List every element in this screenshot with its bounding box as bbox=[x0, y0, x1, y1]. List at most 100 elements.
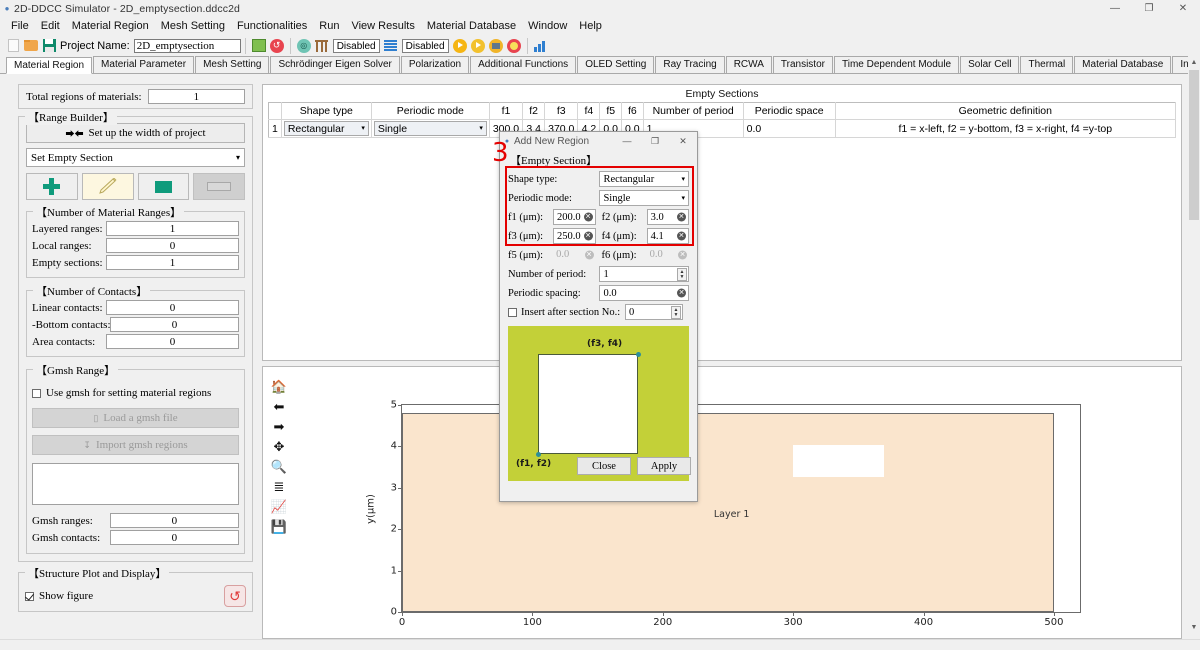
number-of-period-input[interactable]: 1 ▲ ▼ bbox=[599, 266, 689, 282]
cell-shape-type[interactable]: Rectangular ▾ bbox=[281, 119, 372, 138]
mesh-generate-icon[interactable]: ◎ bbox=[295, 37, 313, 55]
gmsh-regions-list[interactable] bbox=[32, 463, 239, 505]
save-icon[interactable] bbox=[40, 37, 58, 55]
duplicate-region-button[interactable] bbox=[193, 173, 245, 200]
forward-arrow-icon[interactable]: ➡ bbox=[268, 417, 290, 437]
status-pill-1[interactable]: Disabled bbox=[332, 38, 380, 53]
f3-input[interactable]: 250.0 ✕ bbox=[552, 228, 596, 244]
section-mode-select[interactable]: Set Empty Section ▾ bbox=[26, 148, 245, 167]
spinner-icon[interactable]: ▲ ▼ bbox=[671, 306, 681, 319]
tab-material-database[interactable]: Material Database bbox=[1074, 56, 1172, 73]
cell-periodic-space[interactable]: 0.0 bbox=[743, 119, 836, 138]
minimize-icon[interactable]: — bbox=[1098, 0, 1132, 17]
maximize-icon[interactable]: ❐ bbox=[1132, 0, 1166, 17]
use-gmsh-checkbox-row[interactable]: Use gmsh for setting material regions bbox=[32, 387, 239, 399]
clear-icon[interactable]: ✕ bbox=[676, 231, 686, 241]
save-figure-icon[interactable]: 💾 bbox=[268, 517, 290, 537]
tab-time-dependent-module[interactable]: Time Dependent Module bbox=[833, 56, 960, 73]
run-step-icon[interactable] bbox=[469, 37, 487, 55]
tab-transistor[interactable]: Transistor bbox=[772, 56, 833, 73]
clear-icon[interactable]: ✕ bbox=[676, 212, 686, 222]
gmsh-contacts-input[interactable]: 0 bbox=[109, 530, 239, 545]
menu-item-help[interactable]: Help bbox=[573, 18, 608, 34]
dialog-close-icon[interactable]: ✕ bbox=[669, 132, 697, 150]
tab-additional-functions[interactable]: Additional Functions bbox=[470, 56, 577, 73]
periodic-spacing-input[interactable]: 0.0 ✕ bbox=[599, 285, 689, 301]
configure-subplots-icon[interactable]: ≣ bbox=[268, 477, 290, 497]
mesh-column-icon[interactable] bbox=[313, 37, 331, 55]
clear-icon[interactable]: ✕ bbox=[583, 231, 593, 241]
status-pill-2[interactable]: Disabled bbox=[401, 38, 449, 53]
spinner-icon[interactable]: ▲ ▼ bbox=[677, 268, 687, 281]
tab-mesh-setting[interactable]: Mesh Setting bbox=[195, 56, 270, 73]
menu-item-material-database[interactable]: Material Database bbox=[421, 18, 522, 34]
clear-icon[interactable]: ✕ bbox=[583, 212, 593, 222]
menu-item-window[interactable]: Window bbox=[522, 18, 573, 34]
menu-item-mesh-setting[interactable]: Mesh Setting bbox=[155, 18, 231, 34]
add-region-button[interactable] bbox=[26, 173, 78, 200]
refresh-icon[interactable]: ↺ bbox=[268, 37, 286, 55]
list-icon[interactable] bbox=[382, 37, 400, 55]
apply-button[interactable]: Apply bbox=[637, 457, 691, 475]
project-name-input[interactable]: 2D_emptysection bbox=[133, 38, 241, 53]
insert-after-checkbox[interactable] bbox=[508, 307, 517, 317]
load-gmsh-button[interactable]: ▯ Load a gmsh file bbox=[32, 408, 239, 428]
show-figure-checkbox[interactable] bbox=[25, 591, 34, 601]
menu-item-run[interactable]: Run bbox=[313, 18, 345, 34]
tab-material-region[interactable]: Material Region bbox=[6, 57, 93, 74]
chart-icon[interactable] bbox=[532, 37, 550, 55]
empty-sections-input[interactable]: 1 bbox=[106, 255, 239, 270]
menu-item-material-region[interactable]: Material Region bbox=[66, 18, 155, 34]
scrollbar-thumb[interactable] bbox=[1189, 70, 1199, 220]
periodic-mode-select[interactable]: Single ▾ bbox=[599, 190, 689, 206]
scroll-up-icon[interactable]: ▲ bbox=[1188, 56, 1200, 69]
structure-plot-icon[interactable] bbox=[250, 37, 268, 55]
vertical-scrollbar[interactable]: ▲ ▼ bbox=[1188, 56, 1200, 634]
open-folder-icon[interactable] bbox=[22, 37, 40, 55]
close-button[interactable]: Close bbox=[577, 457, 631, 475]
tab-polarization[interactable]: Polarization bbox=[400, 56, 470, 73]
gmsh-ranges-input[interactable]: 0 bbox=[109, 513, 239, 528]
tab-material-parameter[interactable]: Material Parameter bbox=[93, 56, 195, 73]
tab-oled-setting[interactable]: OLED Setting bbox=[577, 56, 655, 73]
delete-region-button[interactable] bbox=[137, 173, 190, 200]
local-ranges-input[interactable]: 0 bbox=[106, 238, 239, 253]
menu-item-file[interactable]: File bbox=[5, 18, 35, 34]
tab-thermal[interactable]: Thermal bbox=[1020, 56, 1074, 73]
clear-icon[interactable]: ✕ bbox=[677, 288, 686, 298]
tab-rcwa[interactable]: RCWA bbox=[725, 56, 772, 73]
f4-input[interactable]: 4.1 ✕ bbox=[646, 228, 689, 244]
shape-type-select[interactable]: Rectangular ▾ bbox=[599, 171, 689, 187]
home-icon[interactable]: 🏠 bbox=[268, 377, 290, 397]
linear-contacts-input[interactable]: 0 bbox=[106, 300, 239, 315]
dialog-maximize-icon[interactable]: ❐ bbox=[641, 132, 669, 150]
bottom-contacts-input[interactable]: 0 bbox=[110, 317, 239, 332]
export-icon[interactable] bbox=[487, 37, 505, 55]
replot-refresh-icon[interactable]: ↺ bbox=[224, 585, 246, 607]
zoom-magnifier-icon[interactable]: 🔍 bbox=[268, 457, 290, 477]
edit-axis-curve-icon[interactable]: 📈 bbox=[268, 497, 290, 517]
total-regions-input[interactable]: 1 bbox=[147, 89, 245, 104]
area-contacts-input[interactable]: 0 bbox=[106, 334, 239, 349]
back-arrow-icon[interactable]: ⬅ bbox=[268, 397, 290, 417]
new-document-icon[interactable] bbox=[4, 37, 22, 55]
stop-icon[interactable] bbox=[505, 37, 523, 55]
f1-input[interactable]: 200.0 ✕ bbox=[552, 209, 596, 225]
tab-schrodinger-eigen-solver[interactable]: Schrödinger Eigen Solver bbox=[270, 56, 400, 73]
show-figure-row[interactable]: Show figure bbox=[25, 590, 93, 602]
tab-solar-cell[interactable]: Solar Cell bbox=[960, 56, 1020, 73]
dialog-minimize-icon[interactable]: — bbox=[613, 132, 641, 150]
table-row[interactable]: 1 Rectangular ▾ Single ▾ 300.0 3.4 370.0 bbox=[268, 119, 1177, 138]
setup-width-button[interactable]: ⮕⬅ Set up the width of project bbox=[26, 123, 245, 143]
layered-ranges-input[interactable]: 1 bbox=[106, 221, 239, 236]
menu-item-view-results[interactable]: View Results bbox=[345, 18, 420, 34]
import-gmsh-button[interactable]: ↧ Import gmsh regions bbox=[32, 435, 239, 455]
cell-periodic-mode[interactable]: Single ▾ bbox=[371, 119, 490, 138]
scroll-down-icon[interactable]: ▼ bbox=[1188, 621, 1200, 634]
pan-move-icon[interactable]: ✥ bbox=[268, 437, 290, 457]
insert-after-input[interactable]: 0 ▲ ▼ bbox=[625, 304, 683, 320]
menu-item-functionalities[interactable]: Functionalities bbox=[231, 18, 313, 34]
close-icon[interactable]: ✕ bbox=[1166, 0, 1200, 17]
menu-item-edit[interactable]: Edit bbox=[35, 18, 66, 34]
run-icon[interactable] bbox=[451, 37, 469, 55]
